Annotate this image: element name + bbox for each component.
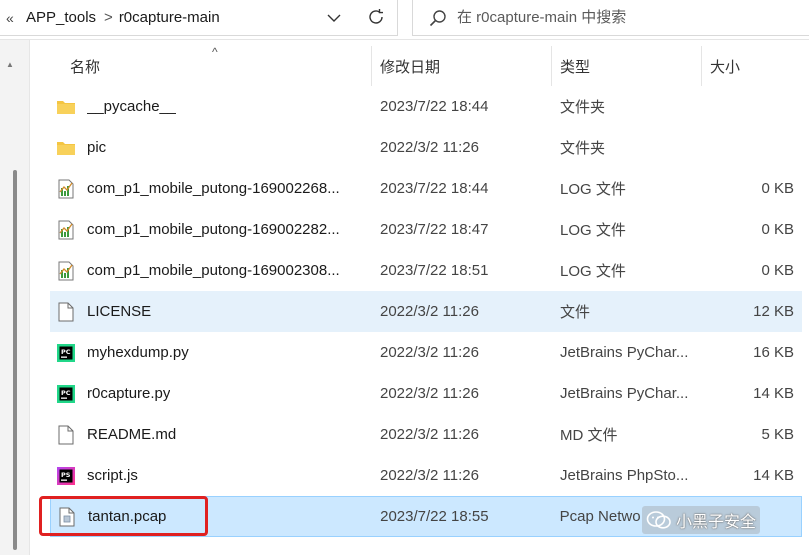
pcap-file-icon bbox=[57, 507, 77, 527]
file-size: 12 KB bbox=[753, 303, 794, 320]
search-box[interactable] bbox=[412, 0, 809, 36]
column-header-date-label: 修改日期 bbox=[380, 58, 441, 76]
column-header-date[interactable]: 修改日期 bbox=[372, 46, 552, 86]
column-header-name[interactable]: ^ 名称 bbox=[50, 45, 372, 86]
log-file-icon bbox=[56, 261, 76, 281]
more-breadcrumbs-icon[interactable]: « bbox=[6, 10, 20, 26]
column-header-name-label: 名称 bbox=[70, 58, 101, 76]
chevron-down-icon[interactable] bbox=[323, 7, 345, 29]
file-name: com_p1_mobile_putong-169002268... bbox=[87, 180, 340, 197]
file-name: pic bbox=[87, 139, 107, 156]
file-name: myhexdump.py bbox=[87, 344, 189, 361]
file-date: 2022/3/2 11:26 bbox=[380, 385, 479, 402]
file-row[interactable]: PC r0capture.py 2022/3/2 11:26 JetBrains… bbox=[50, 373, 802, 414]
file-size: 5 KB bbox=[761, 426, 794, 443]
file-date: 2023/7/22 18:44 bbox=[380, 98, 489, 115]
breadcrumb-r0capture-main[interactable]: r0capture-main bbox=[119, 9, 220, 26]
file-name: script.js bbox=[87, 467, 138, 484]
file-row[interactable]: PC myhexdump.py 2022/3/2 11:26 JetBrains… bbox=[50, 332, 802, 373]
watermark: 小黑子安全 bbox=[642, 506, 761, 534]
file-date: 2022/3/2 11:26 bbox=[380, 303, 479, 320]
file-row[interactable]: PS script.js 2022/3/2 11:26 JetBrains Ph… bbox=[50, 455, 802, 496]
file-type: JetBrains PyChar... bbox=[560, 344, 689, 361]
file-type: 文件夹 bbox=[560, 99, 606, 116]
file-row[interactable]: com_p1_mobile_putong-169002282... 2023/7… bbox=[50, 209, 802, 250]
file-size: 14 KB bbox=[753, 385, 794, 402]
svg-text:PS: PS bbox=[61, 471, 71, 479]
column-header-size[interactable]: 大小 bbox=[702, 46, 802, 86]
file-date: 2023/7/22 18:51 bbox=[380, 262, 489, 279]
wechat-icon bbox=[646, 510, 672, 530]
navigation-pane-edge: ▲ bbox=[0, 40, 30, 555]
file-row[interactable]: pic 2022/3/2 11:26 文件夹 bbox=[50, 127, 802, 168]
navigation-scrollbar[interactable] bbox=[13, 170, 17, 550]
file-name: com_p1_mobile_putong-169002282... bbox=[87, 221, 340, 238]
file-type: JetBrains PyChar... bbox=[560, 385, 689, 402]
search-input[interactable] bbox=[457, 9, 787, 26]
file-size: 16 KB bbox=[753, 344, 794, 361]
refresh-icon[interactable] bbox=[364, 5, 388, 29]
file-name: __pycache__ bbox=[87, 98, 177, 115]
file-date: 2023/7/22 18:47 bbox=[380, 221, 489, 238]
file-type: LOG 文件 bbox=[560, 222, 626, 239]
file-type: LOG 文件 bbox=[560, 181, 626, 198]
address-bar[interactable]: « APP_tools > r0capture-main bbox=[0, 0, 398, 36]
svg-text:PC: PC bbox=[61, 389, 71, 397]
pycharm-file-icon: PC bbox=[56, 384, 76, 404]
file-type: LOG 文件 bbox=[560, 263, 626, 280]
file-name: LICENSE bbox=[87, 303, 152, 320]
top-bar: « APP_tools > r0capture-main bbox=[0, 0, 809, 40]
breadcrumb-app-tools[interactable]: APP_tools bbox=[26, 9, 96, 26]
file-date: 2022/3/2 11:26 bbox=[380, 426, 479, 443]
file-date: 2023/7/22 18:55 bbox=[380, 508, 489, 525]
file-size: 0 KB bbox=[761, 221, 794, 238]
pycharm-file-icon: PC bbox=[56, 343, 76, 363]
column-header-type-label: 类型 bbox=[560, 58, 591, 76]
file-date: 2022/3/2 11:26 bbox=[380, 344, 479, 361]
log-file-icon bbox=[56, 220, 76, 240]
file-date: 2022/3/2 11:26 bbox=[380, 139, 479, 156]
file-date: 2022/3/2 11:26 bbox=[380, 467, 479, 484]
column-header-type[interactable]: 类型 bbox=[552, 46, 702, 86]
file-row[interactable]: com_p1_mobile_putong-169002268... 2023/7… bbox=[50, 168, 802, 209]
watermark-text: 小黑子安全 bbox=[676, 514, 757, 531]
log-file-icon bbox=[56, 179, 76, 199]
file-date: 2023/7/22 18:44 bbox=[380, 180, 489, 197]
file-size: 0 KB bbox=[761, 262, 794, 279]
blank-file-icon bbox=[56, 302, 76, 322]
file-name: README.md bbox=[87, 426, 177, 443]
phpstorm-file-icon: PS bbox=[56, 466, 76, 486]
file-size: 0 KB bbox=[761, 180, 794, 197]
column-headers: ^ 名称 修改日期 类型 大小 bbox=[50, 45, 802, 86]
breadcrumb-separator-icon[interactable]: > bbox=[104, 9, 113, 26]
file-name: tantan.pcap bbox=[88, 508, 167, 525]
file-name: r0capture.py bbox=[87, 385, 171, 402]
column-header-size-label: 大小 bbox=[710, 58, 741, 76]
sort-ascending-icon: ^ bbox=[212, 45, 218, 59]
search-icon bbox=[429, 9, 447, 27]
blank-file-icon bbox=[56, 425, 76, 445]
file-type: MD 文件 bbox=[560, 427, 618, 444]
file-name: com_p1_mobile_putong-169002308... bbox=[87, 262, 340, 279]
file-size: 14 KB bbox=[753, 467, 794, 484]
file-row[interactable]: com_p1_mobile_putong-169002308... 2023/7… bbox=[50, 250, 802, 291]
folder-icon bbox=[56, 97, 76, 117]
file-type: JetBrains PhpSto... bbox=[560, 467, 689, 484]
scroll-up-icon[interactable]: ▲ bbox=[6, 60, 14, 69]
file-type: 文件 bbox=[560, 304, 591, 321]
folder-icon bbox=[56, 138, 76, 158]
svg-text:PC: PC bbox=[61, 348, 71, 356]
file-row[interactable]: README.md 2022/3/2 11:26 MD 文件 5 KB bbox=[50, 414, 802, 455]
file-row[interactable]: LICENSE 2022/3/2 11:26 文件 12 KB bbox=[50, 291, 802, 332]
file-list: __pycache__ 2023/7/22 18:44 文件夹 pic 2022… bbox=[50, 86, 802, 537]
file-type: 文件夹 bbox=[560, 140, 606, 157]
file-row[interactable]: __pycache__ 2023/7/22 18:44 文件夹 bbox=[50, 86, 802, 127]
